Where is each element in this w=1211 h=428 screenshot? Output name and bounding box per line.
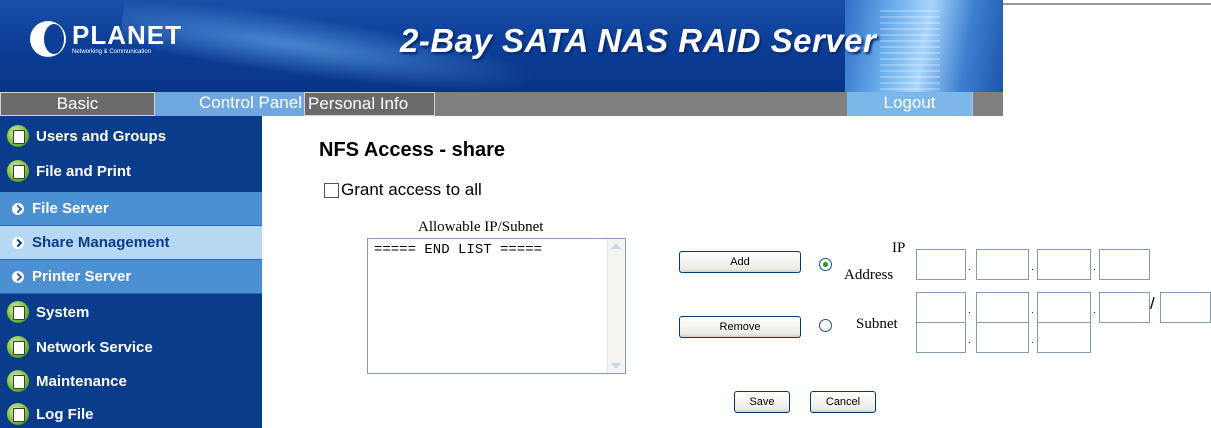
sidebar-item-users-and-groups[interactable]: Users and Groups [0, 121, 262, 151]
logo-brand: PLANET [72, 20, 182, 50]
chevron-right-icon [12, 202, 24, 215]
tab-personal-info[interactable]: Personal Info [304, 92, 435, 116]
product-title: 2-Bay SATA NAS RAID Server [400, 22, 877, 59]
sidebar-item-system[interactable]: System [0, 297, 262, 327]
tab-basic[interactable]: Basic [0, 92, 155, 116]
allowable-ip-list[interactable]: ===== END LIST ===== [367, 238, 626, 374]
ip-label: IP [892, 240, 906, 256]
sidebar-item-log-file[interactable]: Log File [0, 400, 262, 428]
subnet-ip-octet-1-input[interactable] [916, 292, 966, 323]
octet-separator: . [1031, 305, 1034, 316]
cancel-button[interactable]: Cancel [810, 391, 876, 413]
subnet-ip-octet-4-input[interactable] [1099, 292, 1150, 323]
sidebar-item-file-and-print[interactable]: File and Print [0, 156, 262, 186]
sidebar-item-label: Users and Groups [36, 127, 167, 145]
sidebar-item-label: File Server [32, 200, 109, 217]
folder-person-icon [7, 336, 29, 358]
folder-person-icon [7, 301, 29, 323]
chevron-right-icon [12, 236, 24, 249]
subnet-ip-octet-2-input[interactable] [976, 292, 1029, 323]
scroll-up-icon[interactable] [611, 243, 621, 249]
folder-person-icon [7, 125, 29, 147]
octet-separator: . [1093, 305, 1096, 316]
octet-separator: . [968, 305, 971, 316]
subnet-mask-octet-2-input[interactable] [976, 322, 1029, 353]
sidebar-item-label: Log File [36, 405, 94, 423]
planet-logo: PLANET Networking & Communication [30, 14, 182, 64]
sidebar-item-network-service[interactable]: Network Service [0, 332, 262, 362]
sidebar-item-label: Printer Server [32, 268, 132, 285]
sidebar-item-printer-server[interactable]: Printer Server [0, 260, 262, 294]
sidebar-item-label: System [36, 303, 90, 321]
allowable-list-label: Allowable IP/Subnet [418, 219, 544, 235]
octet-separator: . [1093, 262, 1096, 273]
ip-octet-3-input[interactable] [1037, 249, 1091, 280]
planet-logo-icon [30, 21, 66, 57]
add-button[interactable]: Add [679, 251, 801, 273]
sidebar-item-share-management[interactable]: Share Management [0, 226, 262, 260]
octet-separator: . [1031, 335, 1034, 346]
sidebar-item-label: Maintenance [36, 372, 127, 390]
list-item[interactable]: ===== END LIST ===== [374, 242, 542, 258]
ip-address-radio[interactable] [819, 258, 832, 271]
chevron-right-icon [12, 270, 24, 283]
header-banner: PLANET Networking & Communication 2-Bay … [0, 0, 1003, 92]
subnet-prefix-input[interactable] [1160, 292, 1211, 323]
grant-access-toggle[interactable]: Grant access to all [324, 180, 482, 200]
subnet-mask-octet-3-input[interactable] [1037, 322, 1091, 353]
octet-separator: . [968, 335, 971, 346]
octet-separator: . [968, 262, 971, 273]
grant-access-checkbox[interactable] [324, 182, 339, 198]
list-scrollbar[interactable] [607, 239, 625, 373]
folder-person-icon [7, 370, 29, 392]
sidebar: Users and Groups File and Print File Ser… [0, 116, 262, 428]
top-nav-bar: Basic Control Panel Personal Info Logout [0, 92, 1003, 116]
grant-access-label: Grant access to all [341, 180, 482, 199]
subnet-mask-octet-1-input[interactable] [916, 322, 966, 353]
subnet-label: Subnet [856, 316, 898, 332]
sidebar-item-label: Network Service [36, 338, 153, 356]
sidebar-item-label: Share Management [32, 234, 170, 251]
ip-octet-2-input[interactable] [976, 249, 1029, 280]
banner-building-windows [880, 10, 940, 92]
address-label: Address [844, 267, 894, 283]
page-title: NFS Access - share [319, 139, 506, 161]
banner-corner-line [1003, 3, 1211, 5]
folder-person-icon [7, 160, 29, 182]
remove-button[interactable]: Remove [679, 316, 801, 338]
scroll-down-icon[interactable] [611, 363, 621, 369]
tab-control-panel[interactable]: Control Panel [155, 92, 304, 116]
octet-separator: . [1031, 262, 1034, 273]
logout-button[interactable]: Logout [847, 92, 973, 116]
folder-person-icon [7, 403, 29, 425]
sidebar-item-file-server[interactable]: File Server [0, 192, 262, 226]
subnet-radio[interactable] [819, 319, 832, 332]
save-button[interactable]: Save [734, 391, 790, 413]
mask-slash-separator: / [1150, 294, 1155, 313]
sidebar-item-label: File and Print [36, 162, 132, 180]
ip-octet-4-input[interactable] [1099, 249, 1150, 280]
subnet-ip-octet-3-input[interactable] [1037, 292, 1091, 323]
ip-octet-1-input[interactable] [916, 249, 966, 280]
sidebar-item-maintenance[interactable]: Maintenance [0, 366, 262, 396]
